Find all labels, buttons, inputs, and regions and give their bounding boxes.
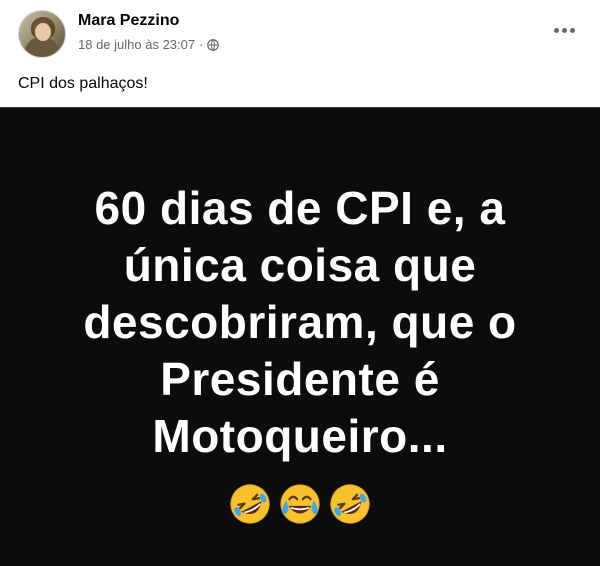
- avatar[interactable]: [18, 10, 66, 58]
- avatar-face: [35, 23, 51, 41]
- image-text-line: descobriram, que o: [83, 296, 517, 348]
- emoji-row: [0, 481, 600, 527]
- face-with-tears-of-joy-emoji: [280, 484, 320, 524]
- post-timestamp[interactable]: 18 de julho às 23:07: [78, 37, 195, 52]
- image-text-line: Motoqueiro...: [152, 410, 448, 462]
- post-image[interactable]: 60 dias de CPI e, a única coisa que desc…: [0, 107, 600, 566]
- post-meta: 18 de julho às 23:07 ·: [78, 37, 220, 52]
- post-caption: CPI dos palhaços!: [18, 75, 148, 92]
- meta-separator: ·: [199, 37, 204, 52]
- post-header: Mara Pezzino 18 de julho às 23:07 ·: [18, 10, 588, 62]
- more-dot: [561, 27, 567, 33]
- globe-icon[interactable]: [207, 38, 220, 51]
- more-options-button[interactable]: [550, 20, 578, 40]
- image-text-line: 60 dias de CPI e, a: [94, 182, 506, 234]
- image-text-line: Presidente é: [160, 353, 440, 405]
- more-dot: [569, 27, 575, 33]
- image-text-line: única coisa que: [123, 239, 477, 291]
- author-name[interactable]: Mara Pezzino: [78, 12, 179, 30]
- rolling-on-floor-laughing-emoji: [230, 484, 270, 524]
- rolling-on-floor-laughing-emoji: [330, 484, 370, 524]
- image-text: 60 dias de CPI e, a única coisa que desc…: [0, 180, 600, 465]
- more-horizontal-icon: [553, 27, 559, 33]
